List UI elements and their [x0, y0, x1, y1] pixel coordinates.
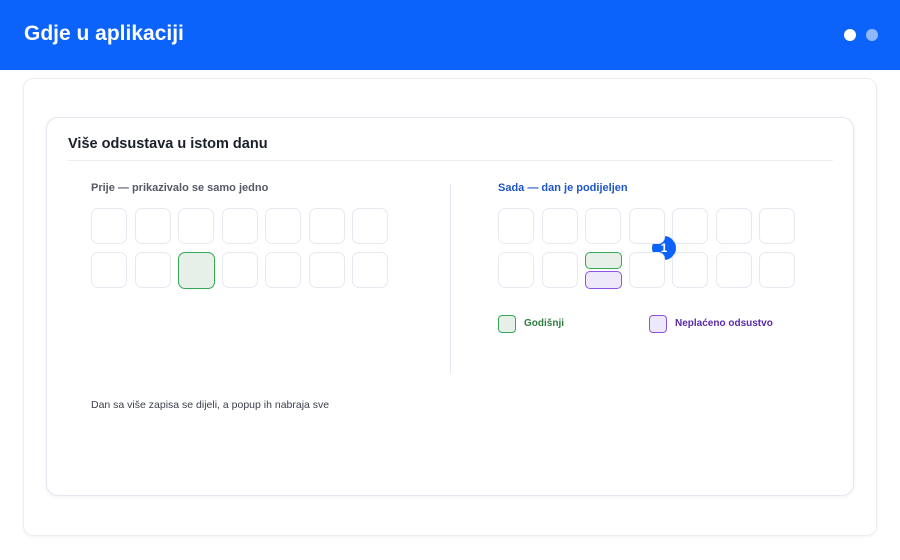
legend-swatch-green [498, 315, 516, 333]
calendar-day[interactable] [352, 251, 388, 288]
comparison-card: Više odsustava u istom danu Prije — prik… [46, 117, 854, 496]
calendar-day[interactable] [541, 251, 578, 288]
step-dot-inactive[interactable] [866, 29, 878, 41]
calendar-day[interactable] [91, 251, 127, 288]
legend-swatch-purple [649, 315, 667, 333]
calendar-day[interactable] [265, 251, 301, 288]
calendar-day[interactable] [498, 208, 534, 244]
calendar-day[interactable] [352, 208, 388, 244]
calendar-day[interactable] [759, 208, 795, 244]
calendar-day[interactable] [178, 208, 214, 244]
footnote: Dan sa više zapisa se dijeli, a popup ih… [91, 399, 330, 411]
legend-label: Godišnji [524, 318, 564, 329]
card-title: Više odsustava u istom danu [68, 136, 268, 152]
calendar-day[interactable] [91, 208, 127, 244]
calendar-day[interactable] [308, 251, 345, 288]
calendar-day[interactable] [715, 208, 752, 244]
calendar-day[interactable] [759, 251, 795, 288]
entry-annual-leave[interactable] [585, 251, 622, 269]
calendar-day[interactable] [308, 208, 345, 244]
column-divider [450, 184, 451, 373]
title-divider [68, 160, 833, 161]
calendar-day-highlighted[interactable] [178, 251, 215, 289]
header-bar: Gdje u aplikaciji [0, 0, 900, 70]
calendar-day[interactable] [134, 208, 171, 244]
calendar-day[interactable] [541, 208, 578, 244]
calendar-day[interactable] [672, 208, 708, 244]
calendar-day[interactable] [628, 251, 665, 288]
calendar-day[interactable] [715, 251, 752, 288]
step-dot-active[interactable] [844, 29, 856, 41]
calendar-day[interactable] [672, 251, 708, 288]
calendar-day-split[interactable] [585, 251, 622, 289]
calendar-day[interactable] [628, 208, 665, 244]
calendar-day[interactable] [221, 208, 258, 244]
before-label: Prije — prikazivalo se samo jedno [91, 182, 269, 194]
after-label: Sada — dan je podijeljen [498, 182, 628, 194]
page-title: Gdje u aplikaciji [24, 22, 184, 45]
calendar-day[interactable] [498, 251, 534, 288]
entry-unpaid-leave[interactable] [585, 271, 622, 289]
calendar-day[interactable] [585, 208, 621, 244]
calendar-day[interactable] [134, 251, 171, 288]
legend-label: Neplaćeno odsustvo [675, 318, 773, 329]
calendar-day[interactable] [265, 208, 301, 244]
calendar-day[interactable] [221, 251, 258, 288]
